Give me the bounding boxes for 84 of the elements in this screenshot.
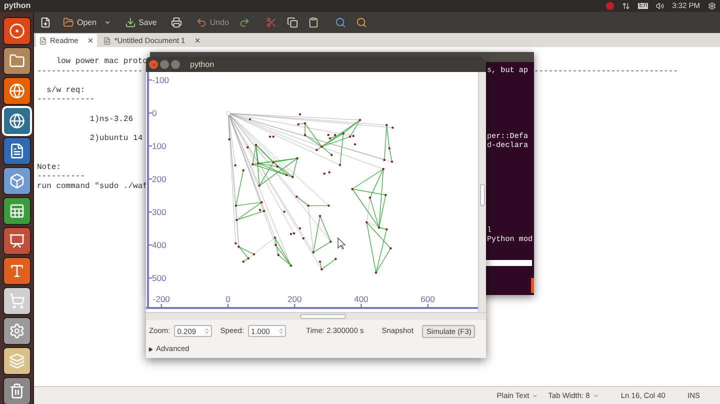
- axis-label: 400: [152, 240, 166, 250]
- scissors-icon[interactable]: [266, 17, 277, 28]
- launcher-item[interactable]: [4, 348, 30, 374]
- save-button[interactable]: Save: [124, 16, 157, 28]
- search-icon[interactable]: [356, 17, 367, 28]
- minimize-button[interactable]: [160, 60, 169, 69]
- vertical-scrollbar[interactable]: [478, 72, 486, 312]
- axis-label: -200: [152, 294, 170, 304]
- text-line: 2)ubuntu 14: [88, 134, 143, 144]
- axis-label: 200: [152, 174, 166, 184]
- search-icon[interactable]: [334, 17, 346, 28]
- open-folder-icon: [63, 17, 74, 28]
- text-line: s/w req:: [46, 86, 86, 96]
- text-line: ----------: [37, 172, 86, 182]
- launcher-item[interactable]: [4, 48, 30, 74]
- printer-icon[interactable]: [170, 17, 182, 28]
- folder-icon: [8, 53, 24, 69]
- text-line: 1)ns-3.26: [88, 114, 134, 124]
- settings-icon[interactable]: [708, 2, 716, 10]
- network-icon[interactable]: [622, 2, 630, 10]
- trash-icon: [8, 383, 24, 399]
- launcher-item[interactable]: [4, 168, 30, 194]
- cube-icon: [8, 173, 24, 189]
- caret-icon[interactable]: [104, 19, 111, 26]
- launcher-item[interactable]: [4, 228, 30, 254]
- layers-icon: [8, 353, 24, 369]
- launcher-item[interactable]: [4, 198, 30, 224]
- launcher-item[interactable]: [4, 258, 30, 284]
- launcher-item[interactable]: [4, 138, 30, 164]
- scrollbar-thumb[interactable]: [480, 184, 485, 206]
- document-icon: [39, 36, 47, 44]
- close-icon[interactable]: [194, 37, 202, 44]
- text-line: ------------------------------: [534, 66, 678, 76]
- redo-icon[interactable]: [238, 17, 250, 28]
- launcher-item[interactable]: [4, 288, 30, 314]
- settings-icon: [8, 323, 24, 339]
- launcher-item[interactable]: [4, 378, 30, 404]
- globe-icon: [8, 113, 24, 129]
- globe-icon: [8, 83, 24, 99]
- undo-icon: [196, 17, 207, 28]
- cursor-icon: [338, 237, 346, 250]
- text-line: ------------: [37, 95, 95, 105]
- copy-icon[interactable]: [286, 17, 298, 28]
- axis-label: 100: [152, 141, 166, 151]
- logo-icon: [8, 23, 24, 39]
- launcher-item[interactable]: [4, 318, 30, 344]
- axis-label: 200: [288, 294, 302, 304]
- text-line: run command "sudo ./waf: [37, 182, 148, 192]
- font-icon: [8, 263, 24, 279]
- simulation-canvas[interactable]: -100 0 100 200 300 400 500 -200 0 200 400 600: [146, 72, 478, 312]
- axis-label: 0: [152, 108, 157, 118]
- axis-label: 300: [152, 207, 166, 217]
- close-icon: [150, 62, 156, 68]
- text-line: Note:: [37, 162, 62, 172]
- maximize-button[interactable]: [171, 60, 180, 69]
- open-button[interactable]: Open: [63, 16, 97, 28]
- axis-label: 400: [354, 294, 368, 304]
- document-icon: [8, 143, 24, 159]
- window-title: python: [4, 2, 31, 10]
- axis-label: 500: [152, 273, 166, 283]
- axis-label: 600: [420, 294, 435, 304]
- highlight-bar: [486, 260, 532, 266]
- close-button[interactable]: [149, 60, 158, 69]
- save-icon: [124, 17, 136, 28]
- close-icon[interactable]: [87, 37, 94, 44]
- presentation-icon: [8, 233, 24, 249]
- window-title: python: [190, 60, 214, 68]
- volume-icon[interactable]: [656, 2, 664, 10]
- scrollbar-thumb[interactable]: [300, 314, 346, 319]
- launcher-item[interactable]: [4, 18, 30, 44]
- new-document-icon[interactable]: [40, 17, 51, 28]
- horizontal-scrollbar[interactable]: [146, 312, 486, 320]
- caret-icon: [592, 392, 599, 398]
- text-line: ----------------------: [37, 66, 143, 76]
- caret-icon: [532, 392, 538, 398]
- launcher-item[interactable]: [4, 78, 30, 104]
- clipboard-icon[interactable]: [308, 17, 319, 28]
- axis-label: 0: [226, 294, 230, 304]
- scroll-indicator: [531, 278, 534, 293]
- undo-button[interactable]: Undo: [196, 16, 229, 28]
- document-icon: [103, 36, 112, 44]
- axis-label: -100: [152, 75, 170, 85]
- cart-icon: [8, 293, 24, 309]
- spreadsheet-icon: [8, 203, 24, 219]
